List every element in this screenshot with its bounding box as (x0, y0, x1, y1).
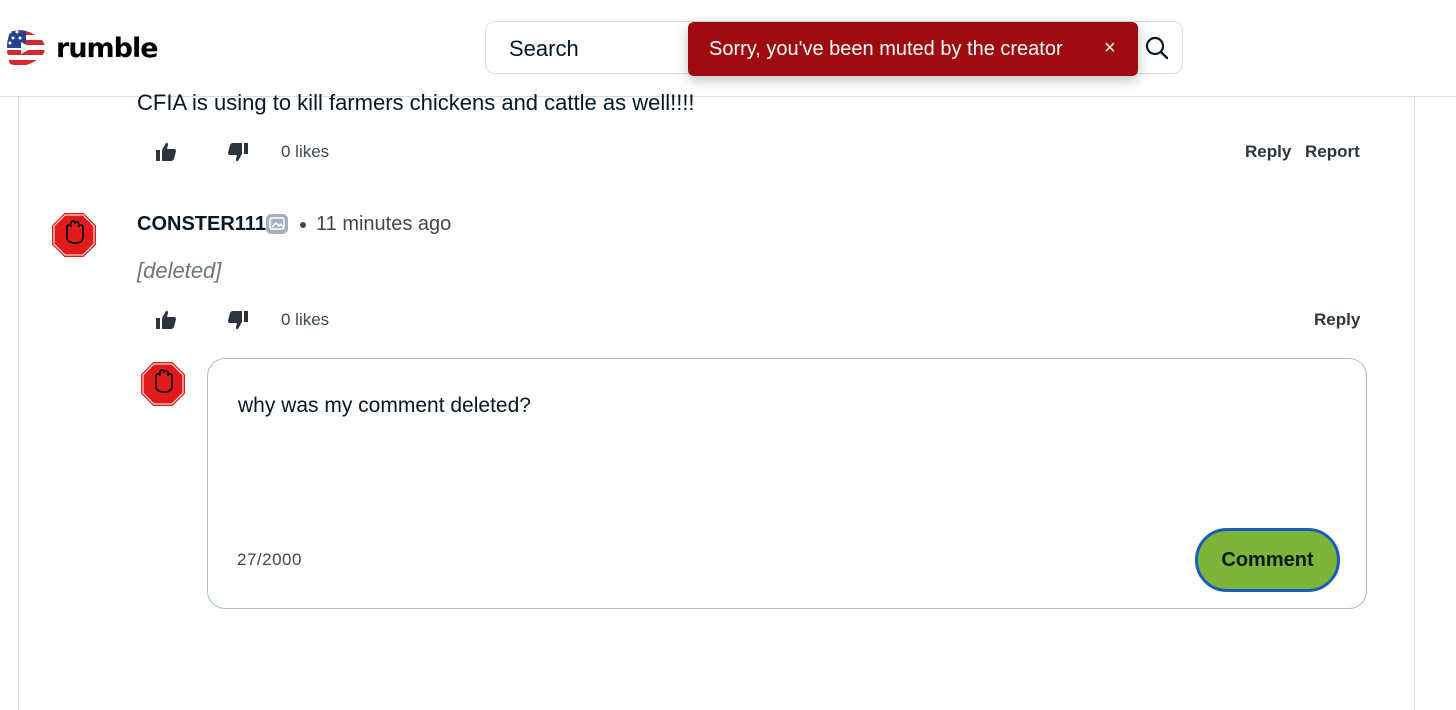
content-border-left (18, 97, 19, 710)
reply-textarea[interactable]: why was my comment deleted? (238, 394, 531, 418)
likes-count: 0 likes (281, 142, 330, 161)
reply-button[interactable]: Reply (1314, 310, 1360, 330)
rumble-logo[interactable]: rumble (4, 24, 159, 72)
like-button[interactable] (154, 308, 178, 332)
thumbs-up-icon (156, 310, 176, 329)
reply-button[interactable]: Reply (1245, 142, 1291, 162)
thumbs-down-icon (228, 311, 248, 330)
likes-count: 0 likes (281, 310, 330, 329)
thumbs-up-icon (156, 142, 176, 161)
dislike-button[interactable] (226, 140, 250, 164)
logo-text: rumble (56, 32, 159, 64)
content-border-right (1414, 97, 1415, 710)
previous-comment-text: CFIA is using to kill farmers chickens a… (137, 90, 695, 115)
toast-message: Sorry, you've been muted by the creator (709, 38, 1063, 60)
comment-submit-button[interactable]: Comment (1195, 528, 1340, 592)
char-counter: 27/2000 (237, 550, 302, 569)
comment-username[interactable]: CONSTER111 (137, 213, 266, 236)
dislike-button[interactable] (226, 308, 250, 332)
stop-hand-avatar-icon (50, 211, 98, 259)
reply-avatar (139, 360, 187, 413)
separator-dot (300, 222, 306, 228)
search-input[interactable]: Search (509, 36, 579, 62)
comment-body: [deleted] (137, 258, 222, 283)
like-button[interactable] (154, 140, 178, 164)
rumble-logo-icon (7, 30, 45, 66)
thumbs-down-icon (228, 143, 248, 162)
muted-toast: Sorry, you've been muted by the creator … (688, 22, 1138, 76)
close-icon[interactable]: × (1104, 37, 1116, 60)
search-button[interactable] (1144, 35, 1170, 61)
search-icon (1145, 36, 1169, 60)
report-button[interactable]: Report (1305, 142, 1360, 162)
comment-timestamp: 11 minutes ago (316, 213, 452, 235)
avatar[interactable] (50, 211, 98, 264)
reply-editor[interactable]: why was my comment deleted? 27/2000 Comm… (207, 358, 1367, 609)
stop-hand-avatar-icon (139, 360, 187, 408)
verified-badge-icon (266, 214, 288, 234)
